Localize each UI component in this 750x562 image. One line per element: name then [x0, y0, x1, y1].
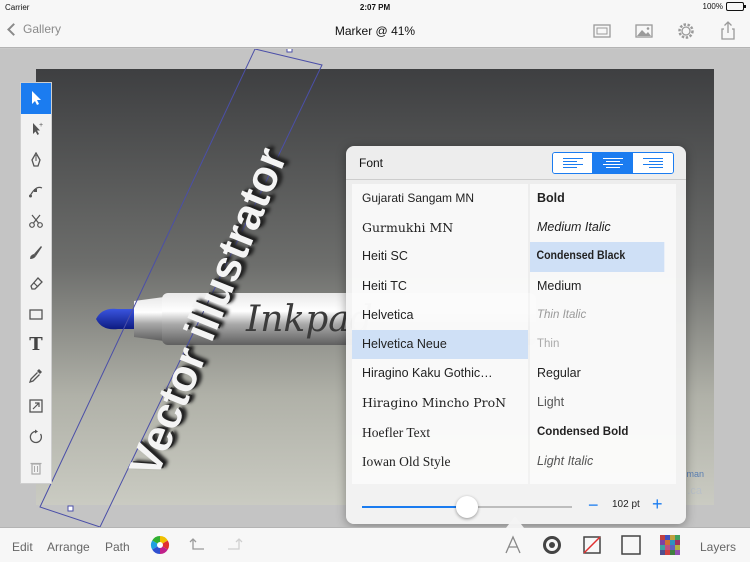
- font-family-item[interactable]: Helvetica: [352, 301, 528, 330]
- battery-indicator: 100%: [702, 2, 746, 11]
- font-family-list[interactable]: Gujarati Sangam MN Gurmukhi MN Heiti SC …: [352, 184, 528, 484]
- svg-text:+: +: [39, 122, 43, 129]
- battery-icon: [726, 2, 746, 11]
- text-tool-glyph: T: [29, 334, 43, 355]
- status-bar: Carrier 2:07 PM 100%: [0, 0, 750, 14]
- font-style-item[interactable]: Light: [530, 388, 676, 417]
- navigation-bar: Gallery Marker @ 41%: [0, 14, 750, 48]
- font-family-item[interactable]: Gurmukhi MN: [352, 213, 528, 242]
- font-style-item[interactable]: Thin Italic: [530, 301, 676, 330]
- align-left-button[interactable]: [553, 153, 593, 173]
- redo-icon[interactable]: [224, 535, 244, 555]
- font-style-item[interactable]: Regular: [530, 359, 676, 388]
- font-style-item[interactable]: Medium: [530, 272, 676, 301]
- popover-title: Font: [359, 156, 384, 170]
- bottom-toolbar: Edit Arrange Path Layers: [0, 516, 750, 562]
- align-right-icon: [643, 158, 663, 168]
- font-family-item[interactable]: Kailasa: [352, 476, 528, 484]
- decrease-size-button[interactable]: −: [588, 495, 599, 516]
- pen-icon[interactable]: [21, 145, 51, 176]
- mask-icon[interactable]: [582, 535, 602, 555]
- layers-button[interactable]: Layers: [700, 540, 736, 554]
- align-left-icon: [562, 158, 583, 168]
- eyedropper-icon[interactable]: [21, 360, 51, 391]
- share-icon[interactable]: [718, 21, 738, 41]
- font-size-control: − 102 pt +: [346, 492, 686, 518]
- font-popover: Font Gujarati Sangam MN Gurmukhi MN Heit…: [346, 146, 686, 524]
- align-center-icon: [602, 158, 623, 168]
- font-family-item-selected[interactable]: Helvetica Neue: [352, 329, 528, 360]
- stroke-icon[interactable]: [542, 535, 562, 555]
- font-family-item[interactable]: Hoefler Text: [352, 418, 528, 447]
- font-family-item[interactable]: Heiti SC: [352, 242, 528, 271]
- font-style-item-selected[interactable]: Condensed Black: [530, 242, 665, 272]
- slider-thumb[interactable]: [456, 496, 478, 518]
- tool-palette: + T: [20, 82, 52, 484]
- arrange-button[interactable]: Arrange: [47, 540, 90, 554]
- align-right-button[interactable]: [633, 153, 673, 173]
- rectangle-icon[interactable]: [21, 298, 51, 329]
- font-size-value: 102 pt: [612, 499, 640, 510]
- color-wheel-icon[interactable]: [150, 535, 170, 555]
- brush-icon[interactable]: [21, 237, 51, 268]
- font-style-item[interactable]: Light Italic: [530, 447, 676, 476]
- popover-header: Font: [346, 146, 686, 180]
- align-center-button[interactable]: [593, 153, 633, 173]
- undo-icon[interactable]: [188, 535, 208, 555]
- image-icon[interactable]: [634, 21, 654, 41]
- rotate-icon[interactable]: [21, 421, 51, 452]
- fit-screen-icon[interactable]: [592, 21, 612, 41]
- battery-percent: 100%: [702, 2, 723, 11]
- font-family-item[interactable]: Hiragino Kaku Gothic…: [352, 359, 528, 388]
- font-family-item[interactable]: Hiragino Mincho ProN: [352, 388, 528, 417]
- font-style-item[interactable]: Medium Italic: [530, 213, 676, 242]
- font-size-slider[interactable]: [362, 496, 572, 518]
- font-style-item[interactable]: Thin: [530, 330, 676, 359]
- scissors-icon[interactable]: [21, 206, 51, 237]
- font-family-item[interactable]: Heiti TC: [352, 272, 528, 301]
- edit-button[interactable]: Edit: [12, 540, 33, 554]
- add-anchor-icon[interactable]: [21, 175, 51, 206]
- direct-select-icon[interactable]: +: [21, 114, 51, 145]
- font-style-item[interactable]: Bold: [530, 184, 676, 213]
- font-family-item[interactable]: Gujarati Sangam MN: [352, 184, 528, 213]
- path-button[interactable]: Path: [105, 540, 130, 554]
- text-style-icon[interactable]: [503, 535, 523, 555]
- font-style-list[interactable]: Bold Medium Italic Condensed Black Mediu…: [530, 184, 676, 484]
- select-arrow-icon[interactable]: [21, 83, 51, 114]
- text-alignment-segmented-control: [552, 152, 674, 174]
- shape-icon[interactable]: [621, 535, 641, 555]
- font-style-item[interactable]: Condensed Bold: [530, 418, 676, 447]
- font-family-item[interactable]: Iowan Old Style: [352, 447, 528, 476]
- trash-icon[interactable]: [21, 452, 51, 483]
- increase-size-button[interactable]: +: [652, 494, 663, 515]
- eraser-icon[interactable]: [21, 268, 51, 299]
- swatches-icon[interactable]: [660, 535, 680, 555]
- scale-icon[interactable]: [21, 391, 51, 422]
- gear-icon[interactable]: [676, 21, 696, 41]
- clock: 2:07 PM: [359, 3, 391, 12]
- popover-caret: [506, 516, 524, 528]
- text-icon[interactable]: T: [21, 329, 51, 360]
